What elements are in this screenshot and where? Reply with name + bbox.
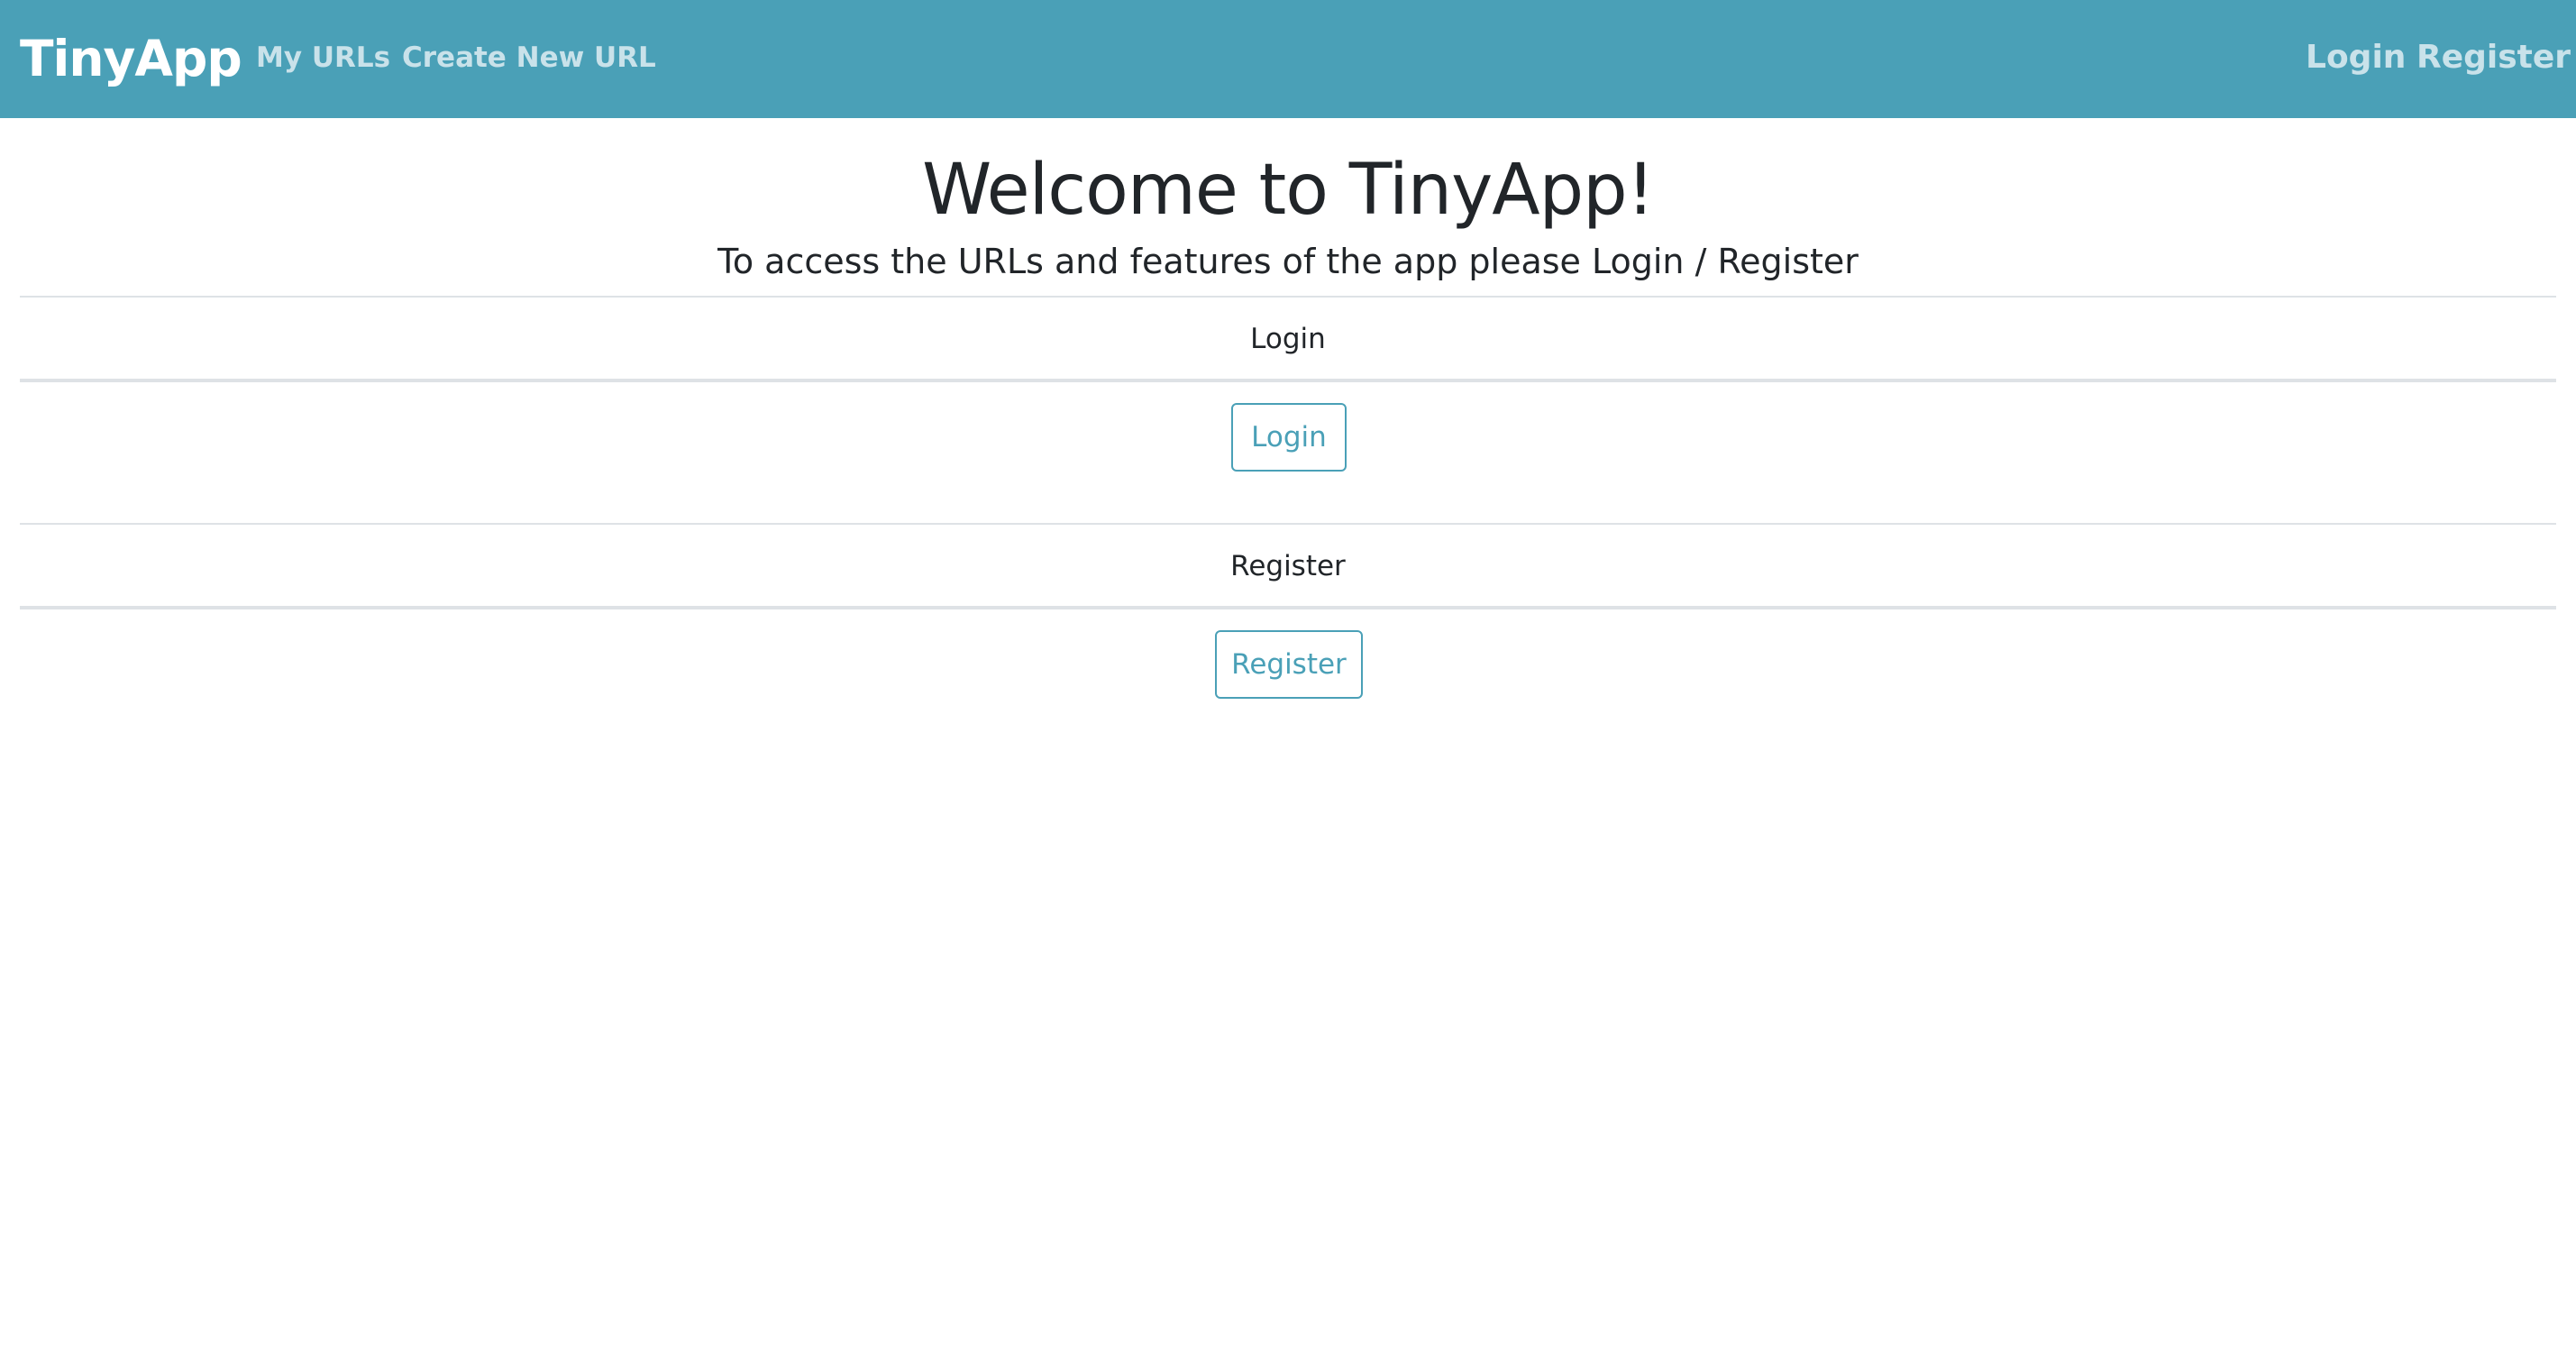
nav-link-login[interactable]: Login [2306, 40, 2406, 76]
nav-link-my-urls[interactable]: My URLs [256, 40, 390, 76]
page-title: Welcome to TinyApp! [922, 150, 1655, 231]
nav-link-register[interactable]: Register [2416, 40, 2571, 76]
register-button[interactable]: Register [1215, 630, 1363, 699]
navbar: TinyApp My URLs Create New URL Login Reg… [0, 0, 2576, 118]
register-section-label: Register [1230, 550, 1346, 582]
brand-logo[interactable]: TinyApp [20, 27, 242, 90]
divider [20, 296, 2556, 298]
divider [20, 379, 2556, 382]
nav-link-create-new-url[interactable]: Create New URL [402, 40, 656, 76]
login-section-label: Login [1250, 323, 1326, 355]
divider [20, 523, 2556, 525]
login-button[interactable]: Login [1231, 403, 1347, 472]
divider [20, 606, 2556, 609]
page-subtitle: To access the URLs and features of the a… [717, 242, 1859, 281]
